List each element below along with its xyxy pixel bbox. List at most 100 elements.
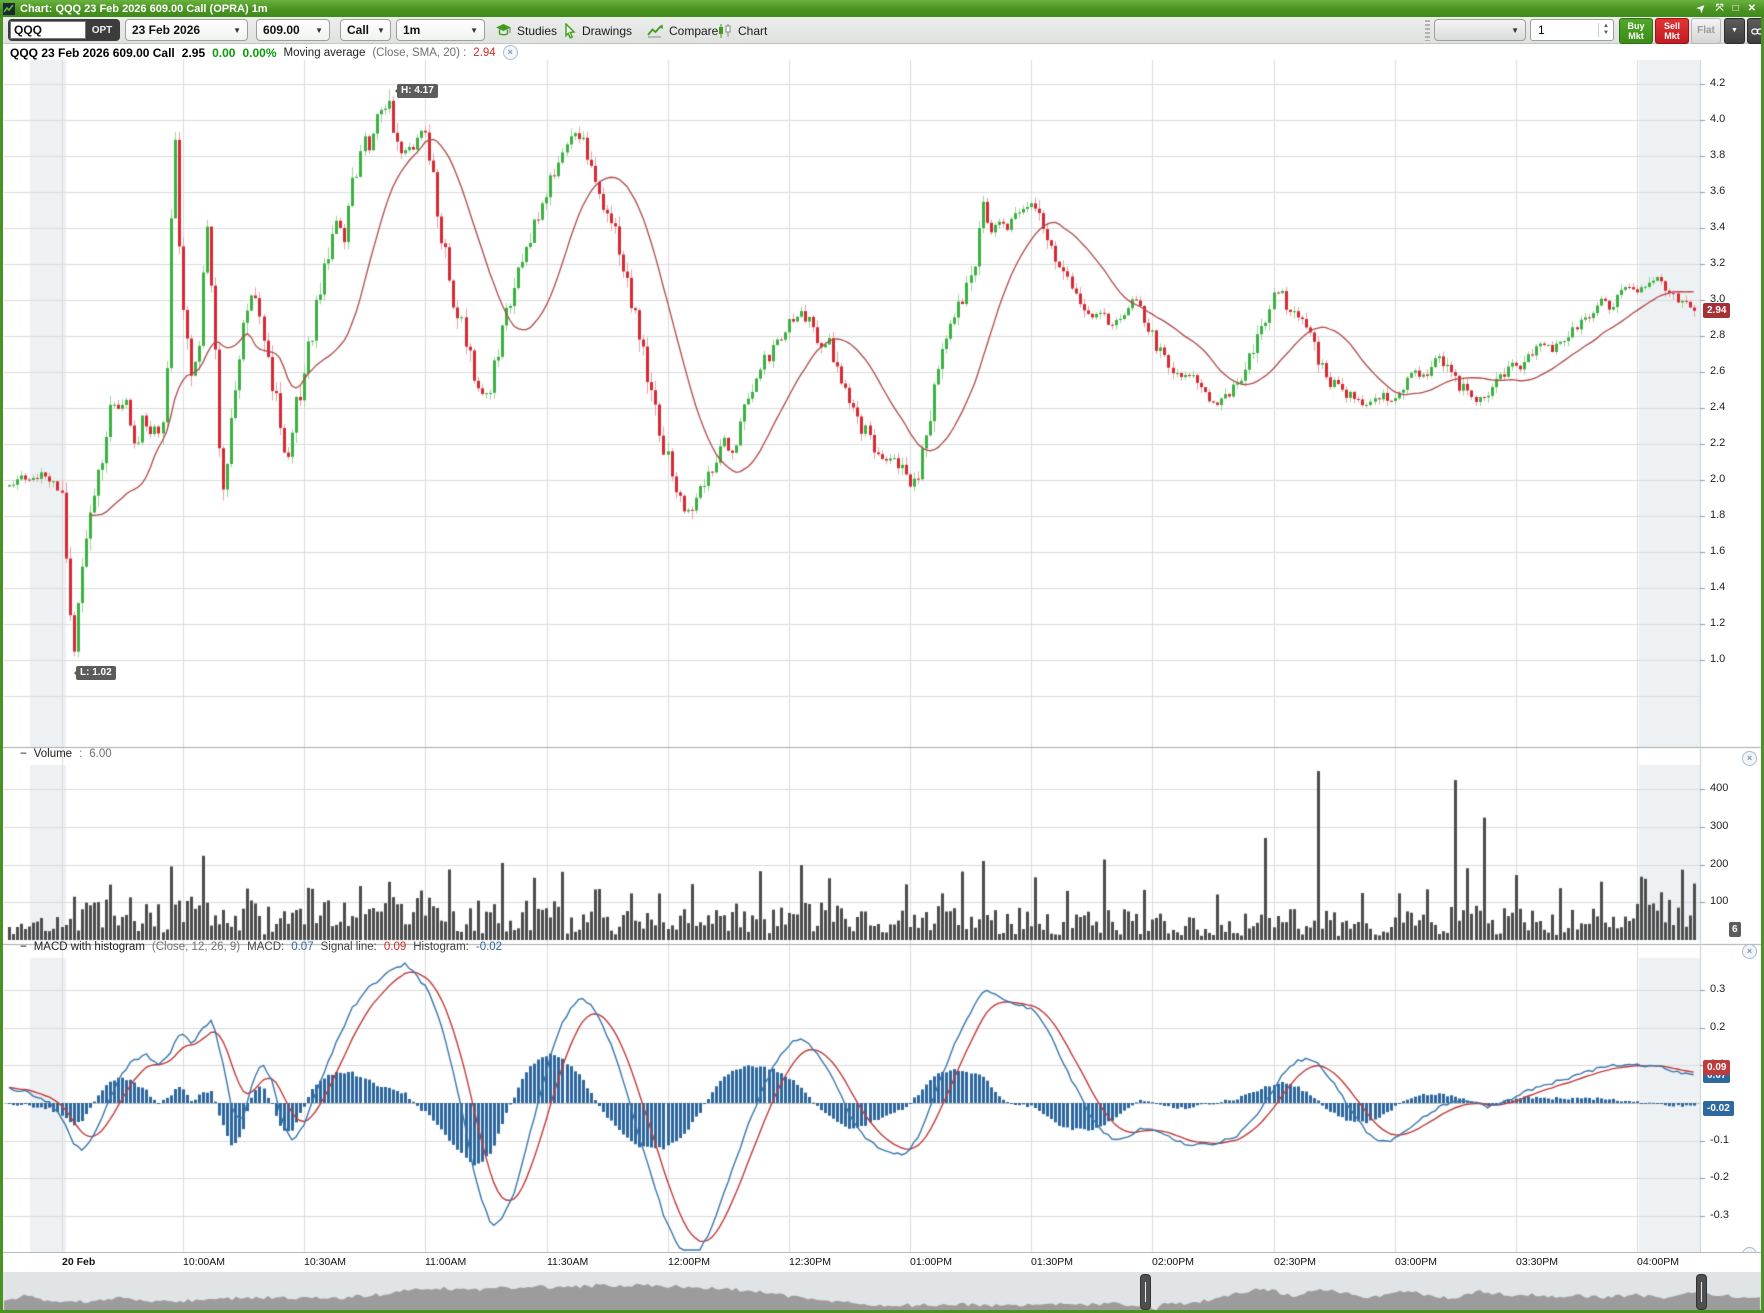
close-icon[interactable]: ✕ <box>1748 4 1756 14</box>
time-axis-label: 12:00PM <box>668 1256 710 1268</box>
macd-axis-tick-label: -0.3 <box>1710 1209 1729 1221</box>
collapse-macd-icon[interactable]: − <box>20 941 27 953</box>
order-menu-button[interactable]: ▼ <box>1724 18 1745 44</box>
maximize-icon[interactable]: □ <box>1733 4 1739 14</box>
volume-axis-tick-label: 200 <box>1710 858 1728 870</box>
price-change-pct: 0.00% <box>242 46 276 60</box>
volume-colon: : <box>79 748 82 760</box>
time-axis-label: 10:00AM <box>183 1256 225 1268</box>
time-axis-label: 03:30PM <box>1516 1256 1558 1268</box>
price-axis-tick-label: 4.0 <box>1710 113 1725 125</box>
quantity-value: 1 <box>1531 23 1598 37</box>
drawings-button[interactable]: Drawings <box>563 17 632 44</box>
opt-badge[interactable]: OPT <box>86 25 118 36</box>
volume-axis-tick-label: 300 <box>1710 820 1728 832</box>
chevron-down-icon: ▼ <box>462 26 478 35</box>
macd-header: − MACD with histogram (Close, 12, 26, 9)… <box>20 941 502 953</box>
time-axis-label: 01:00PM <box>910 1256 952 1268</box>
price-change: 0.00 <box>212 46 235 60</box>
navigator-canvas[interactable] <box>0 1272 1764 1313</box>
chart-navigator[interactable] <box>0 1272 1764 1313</box>
last-price: 2.95 <box>182 46 205 60</box>
macd-value: 0.07 <box>291 941 313 953</box>
toolbar-grip[interactable] <box>1425 20 1430 41</box>
price-axis-tick-label: 1.8 <box>1710 509 1725 521</box>
chart-canvas[interactable] <box>0 44 1764 1272</box>
time-axis-date-label: 20 Feb <box>62 1256 95 1268</box>
expiry-select[interactable]: 23 Feb 2026 ▼ <box>125 19 248 41</box>
navigator-left-handle[interactable] <box>1140 1274 1151 1310</box>
symbol-box: OPT <box>8 19 120 41</box>
macd-params: (Close, 12, 26, 9) <box>152 941 240 953</box>
price-axis-tick-label: 1.2 <box>1710 617 1725 629</box>
collapse-volume-icon[interactable]: − <box>20 748 27 760</box>
volume-close-button[interactable]: × <box>1742 751 1757 766</box>
chevron-down-icon: ▼ <box>225 26 241 35</box>
flat-button[interactable]: Flat <box>1691 18 1721 44</box>
study-value: 2.94 <box>473 47 495 59</box>
chart-label: Chart <box>738 24 767 38</box>
interval-value: 1m <box>403 23 420 37</box>
price-axis-tick-label: 4.2 <box>1710 77 1725 89</box>
study-name[interactable]: Moving average <box>284 47 366 59</box>
price-axis-tick-label: 3.8 <box>1710 149 1725 161</box>
time-axis: 20 Feb10:00AM10:30AM11:00AM11:30AM12:00P… <box>0 1252 1764 1273</box>
drawings-label: Drawings <box>582 24 632 38</box>
macd-axis-tick-label: -0.2 <box>1710 1171 1729 1183</box>
buy-mkt-button[interactable]: Buy Mkt <box>1619 18 1653 44</box>
candlestick-icon <box>717 23 733 39</box>
sell-mkt-button[interactable]: Sell Mkt <box>1655 18 1689 44</box>
strike-select[interactable]: 609.00▼ <box>256 19 330 41</box>
chart-legend: QQQ 23 Feb 2026 609.00 Call 2.95 0.00 0.… <box>10 45 518 60</box>
studies-button[interactable]: Studies <box>495 17 557 44</box>
macd-axis-tick-label: -0.1 <box>1710 1134 1729 1146</box>
chart-window: Chart: QQQ 23 Feb 2026 609.00 Call (OPRA… <box>0 0 1764 1313</box>
price-axis-tick-label: 1.6 <box>1710 545 1725 557</box>
right-select[interactable]: Call▼ <box>340 19 391 41</box>
chart-type-button[interactable]: Chart <box>717 17 767 44</box>
time-axis-label: 03:00PM <box>1395 1256 1437 1268</box>
popout-icon[interactable]: ⤧ <box>1716 4 1724 14</box>
expiry-value: 23 Feb 2026 <box>132 23 200 37</box>
price-axis-tick-label: 1.0 <box>1710 653 1725 665</box>
histogram-value: -0.02 <box>476 941 502 953</box>
interval-select[interactable]: 1m ▼ <box>396 19 485 41</box>
macd-close-button[interactable]: × <box>1742 944 1757 959</box>
time-axis-label: 02:30PM <box>1274 1256 1316 1268</box>
window-title: Chart: QQQ 23 Feb 2026 609.00 Call (OPRA… <box>20 3 268 15</box>
spinner-arrows-icon[interactable]: ▲▼ <box>1598 23 1613 37</box>
instrument-name: QQQ 23 Feb 2026 609.00 Call <box>10 46 175 60</box>
signal-axis-badge: 0.09 <box>1703 1060 1730 1075</box>
pin-icon[interactable]: ➤ <box>1696 2 1709 15</box>
volume-header: − Volume : 6.00 <box>20 748 112 760</box>
compare-lines-icon <box>647 23 664 38</box>
quantity-stepper[interactable]: 1 ▲▼ <box>1530 19 1614 41</box>
account-select[interactable]: ▼ <box>1434 19 1526 41</box>
time-axis-label: 12:30PM <box>789 1256 831 1268</box>
histogram-label: Histogram: <box>413 941 469 953</box>
studies-label: Studies <box>517 24 557 38</box>
session-high-badge: H: 4.17 <box>397 84 438 98</box>
histogram-axis-badge: -0.02 <box>1703 1101 1734 1116</box>
price-axis-tick-label: 3.6 <box>1710 185 1725 197</box>
study-params: (Close, SMA, 20) : <box>372 47 466 59</box>
symbol-input[interactable] <box>10 21 86 39</box>
title-bar[interactable]: Chart: QQQ 23 Feb 2026 609.00 Call (OPRA… <box>0 0 1764 17</box>
volume-title: Volume <box>34 748 72 760</box>
chevron-down-icon: ▼ <box>369 26 385 35</box>
volume-axis-tick-label: 100 <box>1710 895 1728 907</box>
remove-study-button[interactable]: × <box>503 45 518 60</box>
chart-content: QQQ 23 Feb 2026 609.00 Call 2.95 0.00 0.… <box>0 44 1764 1313</box>
compare-button[interactable]: Compare <box>647 17 718 44</box>
price-axis-tick-label: 1.4 <box>1710 581 1725 593</box>
time-axis-label: 01:30PM <box>1031 1256 1073 1268</box>
right-value: Call <box>347 23 369 37</box>
time-axis-label: 10:30AM <box>304 1256 346 1268</box>
toolbar: OPT 23 Feb 2026▼ 609.00▼ Call▼ 1m▼ Studi… <box>3 17 1761 44</box>
macd-axis-tick-label: 0.2 <box>1710 1021 1725 1033</box>
time-axis-label: 04:00PM <box>1637 1256 1679 1268</box>
volume-axis-tick-label: 400 <box>1710 782 1728 794</box>
compare-label: Compare <box>669 24 718 38</box>
price-axis-tick-label: 2.8 <box>1710 329 1725 341</box>
navigator-right-handle[interactable] <box>1696 1274 1707 1310</box>
